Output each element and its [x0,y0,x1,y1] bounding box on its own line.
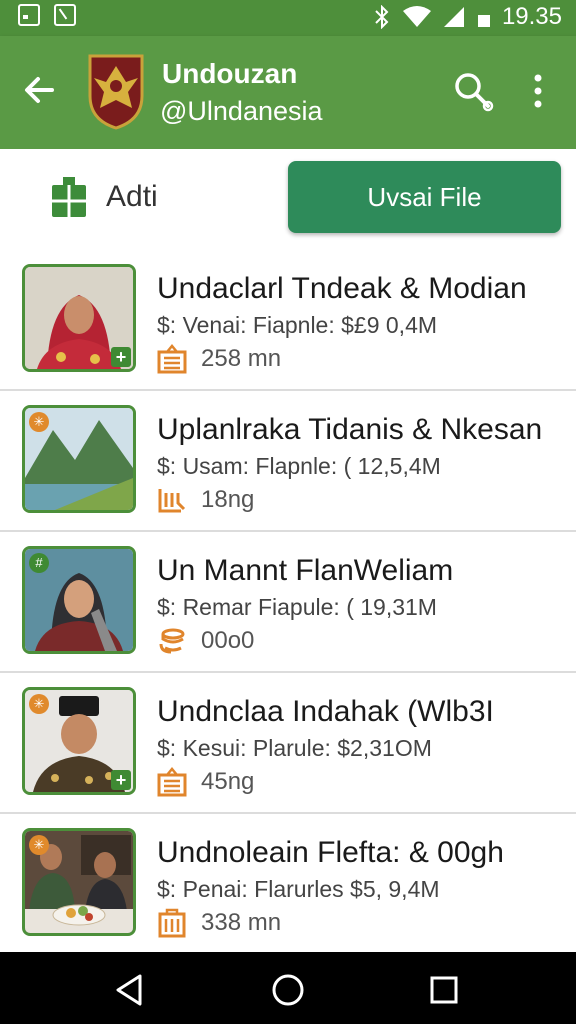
arrow-left-icon[interactable] [22,72,58,108]
list-item[interactable]: ✳ Uplanlraka Tidanis & Nkesan $: Usam: F… [0,391,576,532]
add-button[interactable]: Adti [50,169,158,225]
list-item[interactable]: + Undaclarl Tndeak & Modian $: Venai: Fi… [0,250,576,391]
thumbnail-image: # [22,546,136,654]
signal-icon [443,7,464,27]
add-grid-icon [52,177,86,217]
stack-icon [157,767,187,797]
item-stat: 258 mn [201,345,282,372]
navigation-bar [0,952,576,1024]
item-stat: 00o0 [201,627,255,654]
nav-back-icon[interactable] [110,970,150,1010]
list-item[interactable]: ✳ Undnoleain Flefta: & 00gh $: Penai: Fl… [0,814,576,955]
item-title: Un Mannt FlanWeliam [157,554,454,587]
add-label: Adti [106,180,158,213]
download-icon [54,4,76,26]
item-meta: $: Penai: Flarurles $5, 9,4M [157,876,440,902]
action-row: Adti Uvsai File [0,149,576,249]
list-item[interactable]: ✳ + Undnclaa Indahak (Wlb3I $: Kesui: Pl… [0,673,576,814]
app-title: Undouzan [162,58,298,89]
list-item[interactable]: # Un Mannt FlanWeliam $: Remar Fiapule: … [0,532,576,673]
nav-home-icon[interactable] [268,970,308,1010]
status-time: 19.35 [501,3,562,30]
upload-file-button[interactable]: Uvsai File [288,161,561,233]
thumbnail-image: ✳ [22,828,136,936]
item-title: Undnoleain Flefta: & 00gh [157,836,504,869]
badge-icon: ✳ [29,694,49,714]
search-icon[interactable] [452,70,494,112]
plus-badge: + [111,347,131,367]
badge-icon: ✳ [29,412,49,432]
badge-icon: ✳ [29,835,49,855]
item-title: Undaclarl Tndeak & Modian [157,272,527,305]
item-meta: $: Venai: Fiapnle: $£9 0,4M [157,312,438,338]
item-meta: $: Usam: Flapnle: ( 12,5,4M [157,453,441,479]
status-bar: 19.35 [0,0,576,36]
item-title: Undnclaa Indahak (Wlb3I [157,695,494,728]
nav-recents-icon[interactable] [424,970,464,1010]
thumbnail-image: ✳ + [22,687,136,795]
archive-icon [158,908,186,938]
item-meta: $: Kesui: Plarule: $2,31OM [157,735,432,761]
bar-chart-icon [158,489,186,513]
item-meta: $: Remar Fiapule: ( 19,31M [157,594,437,620]
emblem-logo [88,54,144,130]
item-stat: 45ng [201,768,255,795]
app-subtitle: @Ulndanesia [160,96,323,126]
item-list: + Undaclarl Tndeak & Modian $: Venai: Fi… [0,250,576,955]
thumbnail-image: ✳ [22,405,136,513]
item-stat: 18ng [201,486,255,513]
wifi-icon [402,6,431,27]
image-icon [18,4,40,26]
thumbnail-image: + [22,264,136,372]
item-title: Uplanlraka Tidanis & Nkesan [157,413,543,446]
stack-icon [157,344,187,374]
app-bar: Undouzan @Ulndanesia [0,36,576,149]
coins-icon [159,628,185,654]
battery-icon [477,15,490,27]
more-vert-icon[interactable] [526,70,550,112]
plus-badge: + [111,770,131,790]
item-stat: 338 mn [201,909,282,936]
bluetooth-icon [375,5,389,29]
badge-icon: # [29,553,49,573]
